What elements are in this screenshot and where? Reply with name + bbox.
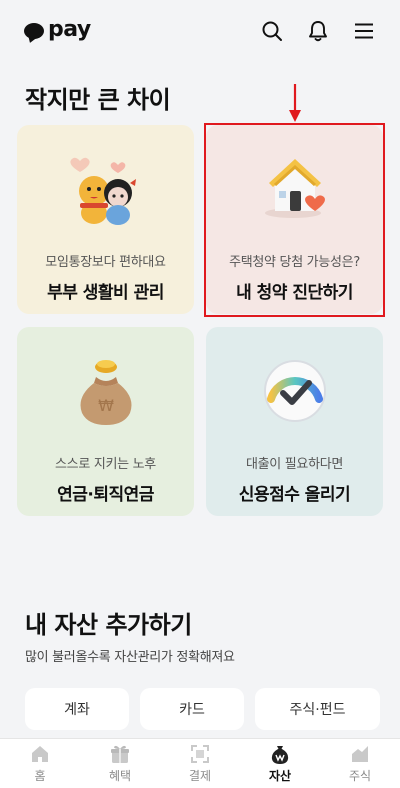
add-assets-title: 내 자산 추가하기 (25, 611, 192, 639)
house-heart-icon (264, 159, 325, 218)
tab-home[interactable]: 홈 (8, 743, 72, 784)
logo-text: pay (48, 16, 91, 42)
card-pension[interactable]: ₩ 스스로 지키는 노후 연금·퇴직연금 (17, 327, 194, 516)
scan-icon (191, 745, 209, 763)
home-icon (32, 746, 48, 762)
bell-icon[interactable] (306, 19, 330, 43)
card-subtitle: 스스로 지키는 노후 (55, 457, 156, 472)
svg-text:₩: ₩ (98, 396, 114, 415)
card-housing-subscription[interactable]: 주택청약 당첨 가능성은? 내 청약 진단하기 (206, 125, 383, 314)
card-title: 신용점수 올리기 (238, 485, 351, 505)
app-header: pay (0, 0, 400, 62)
pointer-arrow-icon (289, 84, 301, 122)
asset-category-chips: 계좌 카드 주식·펀드 (25, 688, 380, 730)
tab-label: 주식 (348, 769, 372, 783)
chip-account[interactable]: 계좌 (25, 688, 129, 730)
speech-bubble-icon (24, 23, 44, 39)
menu-icon[interactable] (352, 19, 376, 43)
kakaopay-logo[interactable]: pay (24, 17, 91, 42)
tab-payment[interactable]: 결제 (168, 743, 232, 784)
card-subtitle: 주택청약 당첨 가능성은? (229, 255, 360, 270)
chip-stock-fund[interactable]: 주식·펀드 (255, 688, 380, 730)
tab-label: 혜택 (108, 769, 132, 783)
tab-assets[interactable]: 자산 (248, 743, 312, 784)
card-couple-budget[interactable]: 모임통장보다 편하대요 부부 생활비 관리 (17, 125, 194, 314)
tab-label: 자산 (268, 769, 292, 783)
card-credit-score[interactable]: 대출이 필요하다면 신용점수 올리기 (206, 327, 383, 516)
card-title: 부부 생활비 관리 (47, 283, 164, 303)
asset-bag-icon (271, 746, 289, 764)
chip-card[interactable]: 카드 (140, 688, 244, 730)
tab-label: 홈 (34, 769, 46, 783)
couple-characters-icon (69, 157, 136, 225)
card-title: 연금·퇴직연금 (57, 485, 154, 505)
tab-benefits[interactable]: 혜택 (88, 743, 152, 784)
tab-label: 결제 (188, 769, 212, 783)
add-assets-subtitle: 많이 불러올수록 자산관리가 정확해져요 (25, 650, 235, 665)
gauge-icon (263, 360, 326, 422)
money-bag-icon: ₩ (80, 360, 131, 425)
card-subtitle: 모임통장보다 편하대요 (45, 255, 166, 270)
card-title: 내 청약 진단하기 (236, 283, 353, 303)
section-title: 작지만 큰 차이 (25, 86, 171, 114)
gift-icon (111, 745, 129, 763)
search-icon[interactable] (260, 19, 284, 43)
stock-icon (352, 746, 368, 762)
card-subtitle: 대출이 필요하다면 (245, 457, 344, 472)
bottom-tab-bar: 홈 혜택 결제 자산 주식 (0, 738, 400, 788)
tab-stocks[interactable]: 주식 (328, 743, 392, 784)
